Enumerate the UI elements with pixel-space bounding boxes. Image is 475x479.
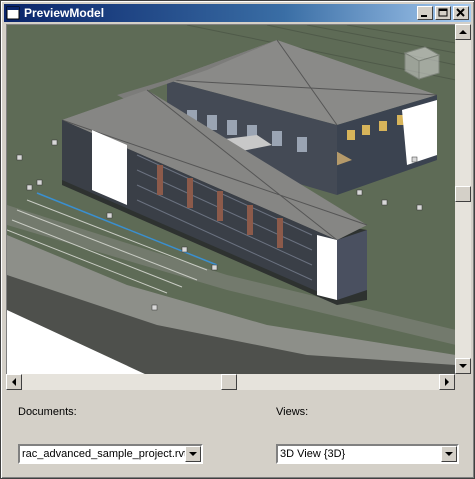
documents-selected-value: rac_advanced_sample_project.rvt (22, 448, 188, 460)
maximize-icon (438, 8, 448, 17)
maximize-button[interactable] (435, 6, 451, 20)
window-title: PreviewModel (24, 6, 105, 20)
scroll-left-button[interactable] (6, 374, 22, 390)
app-icon (6, 6, 20, 20)
horizontal-scrollbar[interactable] (6, 374, 455, 390)
preview-window: PreviewModel Documents: rac_advanced_sam… (0, 0, 475, 479)
scroll-right-button[interactable] (439, 374, 455, 390)
horizontal-scroll-thumb[interactable] (221, 374, 237, 390)
close-button[interactable] (453, 6, 469, 20)
arrow-down-icon (459, 364, 467, 368)
scroll-up-button[interactable] (455, 24, 471, 40)
model-preview-viewport[interactable] (6, 24, 456, 375)
title-bar[interactable]: PreviewModel (4, 4, 471, 22)
scroll-down-button[interactable] (455, 358, 471, 374)
minimize-icon (421, 15, 427, 17)
views-selected-value: 3D View {3D} (280, 448, 346, 460)
documents-dropdown-button[interactable] (185, 446, 201, 462)
minimize-button[interactable] (417, 6, 433, 20)
views-combobox[interactable]: 3D View {3D} (276, 444, 459, 464)
arrow-up-icon (459, 30, 467, 34)
viewcube-icon (403, 46, 441, 80)
arrow-right-icon (445, 378, 449, 386)
vertical-scroll-thumb[interactable] (455, 186, 471, 202)
chevron-down-icon (189, 452, 197, 456)
documents-combobox[interactable]: rac_advanced_sample_project.rvt (18, 444, 203, 464)
views-label: Views: (276, 406, 309, 418)
chevron-down-icon (445, 452, 453, 456)
close-icon (456, 8, 465, 17)
documents-label: Documents: (18, 406, 77, 418)
arrow-left-icon (12, 378, 16, 386)
building-3d-view (7, 25, 456, 375)
views-dropdown-button[interactable] (441, 446, 457, 462)
vertical-scrollbar[interactable] (455, 24, 471, 374)
scrollbar-corner (455, 374, 471, 390)
